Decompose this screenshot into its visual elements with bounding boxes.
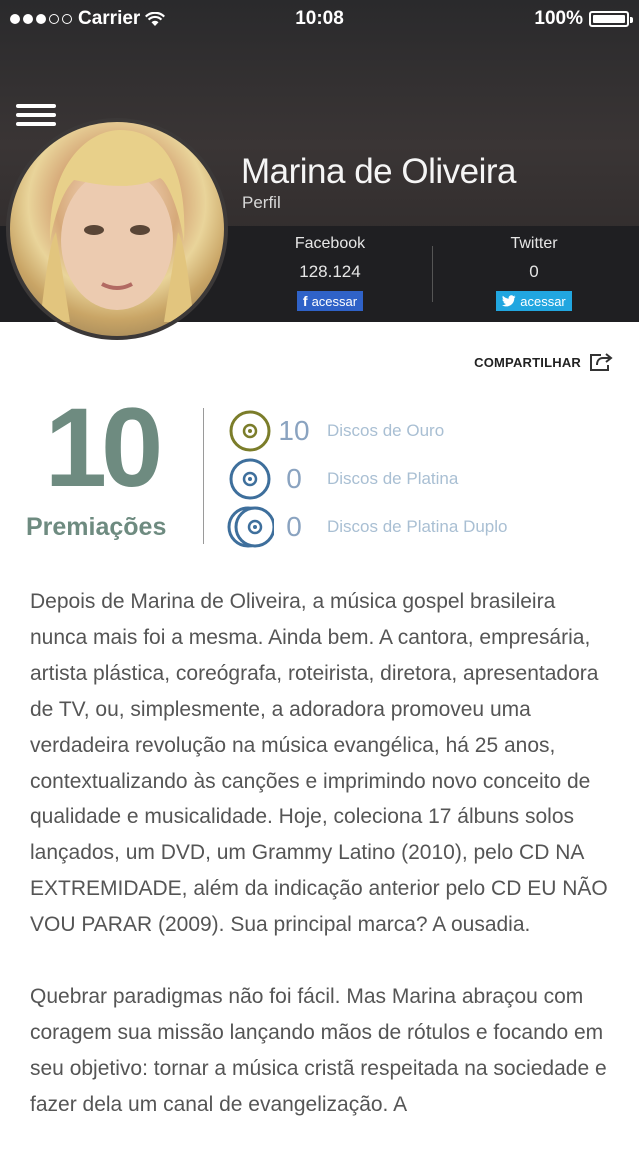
battery-percent: 100% <box>534 8 583 29</box>
double-platinum-disc-count: 0 <box>286 511 302 542</box>
facebook-icon: f <box>302 293 308 309</box>
facebook-access-label: acessar <box>311 293 358 309</box>
twitter-access-button[interactable]: acessar <box>496 291 572 311</box>
twitter-bird-icon <box>502 295 516 307</box>
avatar <box>6 118 228 340</box>
twitter-count: 0 <box>529 262 539 281</box>
facebook-count: 128.124 <box>299 262 361 281</box>
bio-paragraph: Depois de Marina de Oliveira, a música g… <box>30 590 608 937</box>
facebook-label: Facebook <box>294 235 366 252</box>
bio-paragraph: Quebrar paradigmas não foi fácil. Mas Ma… <box>30 985 607 1116</box>
double-platinum-disc-label: Discos de Platina Duplo <box>327 517 508 536</box>
twitter-label: Twitter <box>510 235 558 252</box>
share-label: COMPARTILHAR <box>474 354 581 370</box>
social-divider <box>432 246 433 302</box>
double-platinum-disc-icon <box>226 505 276 549</box>
share-icon <box>590 353 613 371</box>
facebook-access-button[interactable]: f acessar <box>296 291 364 311</box>
platinum-disc-icon <box>226 457 274 501</box>
share-button[interactable]: COMPARTILHAR <box>474 352 613 372</box>
twitter-access-label: acessar <box>520 293 566 309</box>
profile-subtitle: Perfil <box>242 193 281 212</box>
gold-disc-count: 10 <box>278 415 310 446</box>
awards-divider <box>203 408 204 544</box>
award-row-platinum: 0 Discos de Platina <box>226 457 458 501</box>
gold-disc-label: Discos de Ouro <box>327 421 445 440</box>
facebook-stats: Facebook 128.124 f acessar <box>230 226 430 311</box>
awards-total: 10 <box>44 385 164 510</box>
battery-status: 100% <box>534 8 633 30</box>
profile-name: Marina de Oliveira <box>241 152 517 191</box>
twitter-stats: Twitter 0 acessar <box>434 226 634 312</box>
award-row-double-platinum: 0 Discos de Platina Duplo <box>226 505 507 549</box>
battery-icon <box>589 11 633 27</box>
awards-label: Premiações <box>26 513 167 541</box>
platinum-disc-count: 0 <box>286 463 302 494</box>
award-row-gold: 10 Discos de Ouro <box>226 409 444 453</box>
gold-disc-icon <box>226 409 274 453</box>
biography: Depois de Marina de Oliveira, a música g… <box>30 584 615 1159</box>
status-bar: Carrier 10:08 100% <box>0 0 639 40</box>
platinum-disc-label: Discos de Platina <box>327 469 459 488</box>
